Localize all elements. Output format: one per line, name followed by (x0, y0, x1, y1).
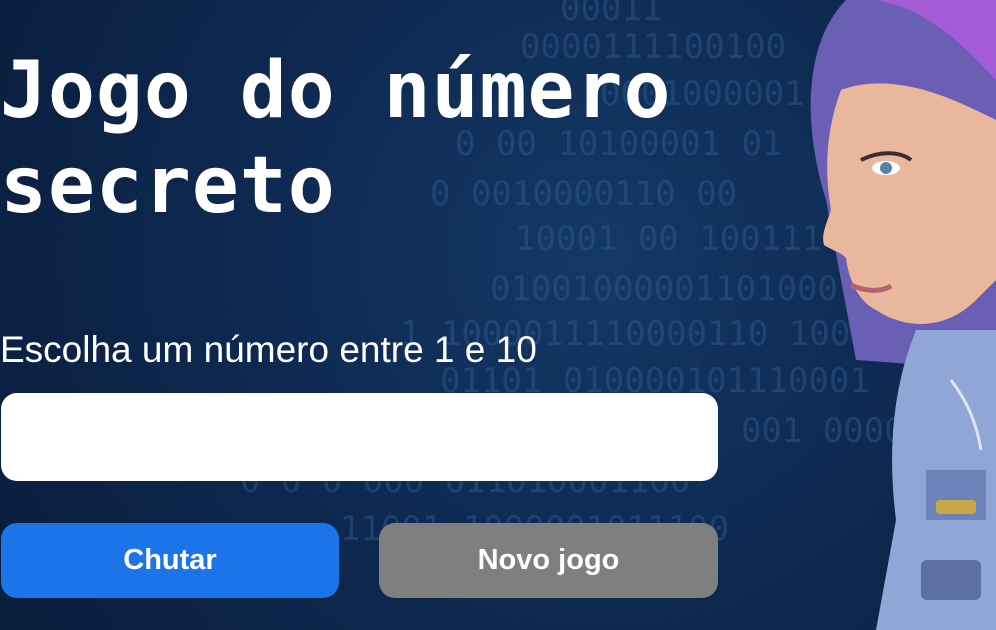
new-game-button[interactable]: Novo jogo (379, 523, 718, 598)
game-page: 00011 0000111100100 0001000001 0 00 1010… (0, 0, 996, 630)
guess-button[interactable]: Chutar (1, 523, 339, 598)
robot-girl-illustration (786, 0, 996, 630)
guess-input[interactable] (1, 393, 718, 481)
svg-text:00011: 00011 (560, 0, 662, 29)
instruction-text: Escolha um número entre 1 e 10 (0, 329, 537, 370)
page-title: Jogo do número secreto (0, 46, 672, 231)
